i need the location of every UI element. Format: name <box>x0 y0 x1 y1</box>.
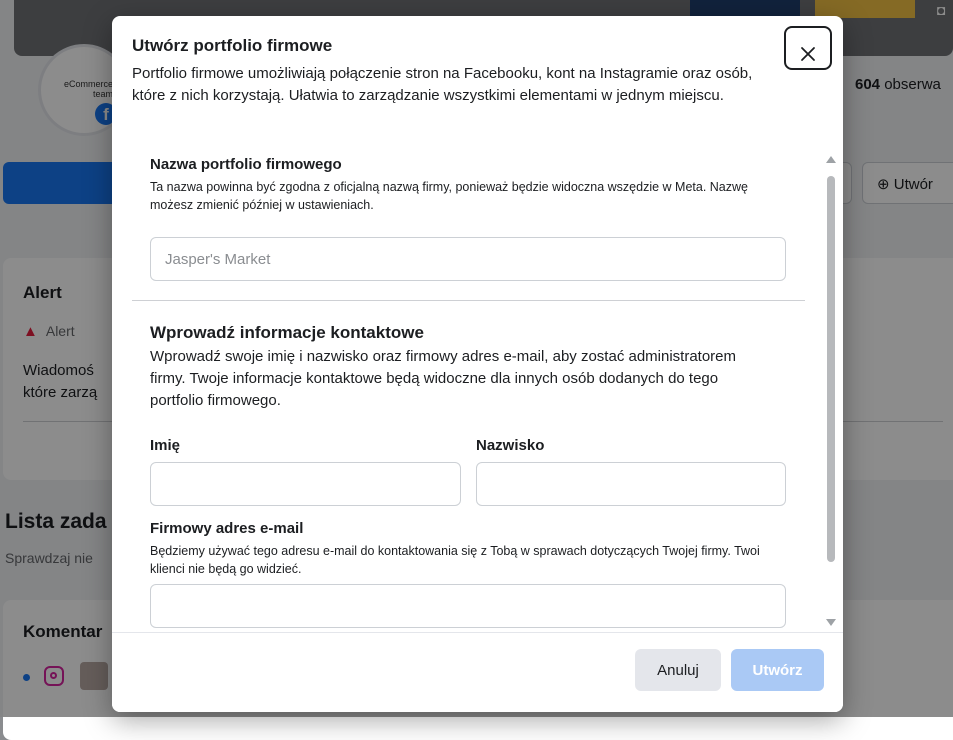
contact-section-description: Wprowadź swoje imię i nazwisko oraz firm… <box>150 348 737 409</box>
create-button[interactable]: Utwórz <box>731 649 824 691</box>
scroll-down-arrow-icon[interactable] <box>826 619 836 626</box>
dialog-scroll-area[interactable]: Nazwa portfolio firmowego Ta nazwa powin… <box>112 148 843 632</box>
cancel-button[interactable]: Anuluj <box>635 649 721 691</box>
create-business-portfolio-dialog: Utwórz portfolio firmowe Portfolio firmo… <box>112 16 843 712</box>
dialog-footer: Anuluj Utwórz <box>112 632 843 712</box>
dialog-description: Portfolio firmowe umożliwiają połączenie… <box>132 65 753 104</box>
business-name-input[interactable] <box>150 237 786 281</box>
close-icon <box>801 47 815 61</box>
business-name-label: Nazwa portfolio firmowego <box>150 156 342 173</box>
business-name-help: Ta nazwa powinna być zgodna z oficjalną … <box>150 180 748 212</box>
last-name-label: Nazwisko <box>476 437 545 454</box>
business-email-input[interactable] <box>150 584 786 628</box>
scrollbar[interactable] <box>824 156 838 634</box>
dialog-title: Utwórz portfolio firmowe <box>132 36 333 55</box>
first-name-input[interactable] <box>150 462 461 506</box>
scrollbar-thumb[interactable] <box>827 176 835 562</box>
section-divider <box>132 300 805 301</box>
last-name-input[interactable] <box>476 462 786 506</box>
contact-section-title: Wprowadź informacje kontaktowe <box>150 323 424 342</box>
close-button[interactable] <box>784 26 832 70</box>
first-name-label: Imię <box>150 437 181 454</box>
scroll-up-arrow-icon[interactable] <box>826 156 836 163</box>
email-label: Firmowy adres e-mail <box>150 520 304 537</box>
email-help: Będziemy używać tego adresu e-mail do ko… <box>150 544 760 576</box>
